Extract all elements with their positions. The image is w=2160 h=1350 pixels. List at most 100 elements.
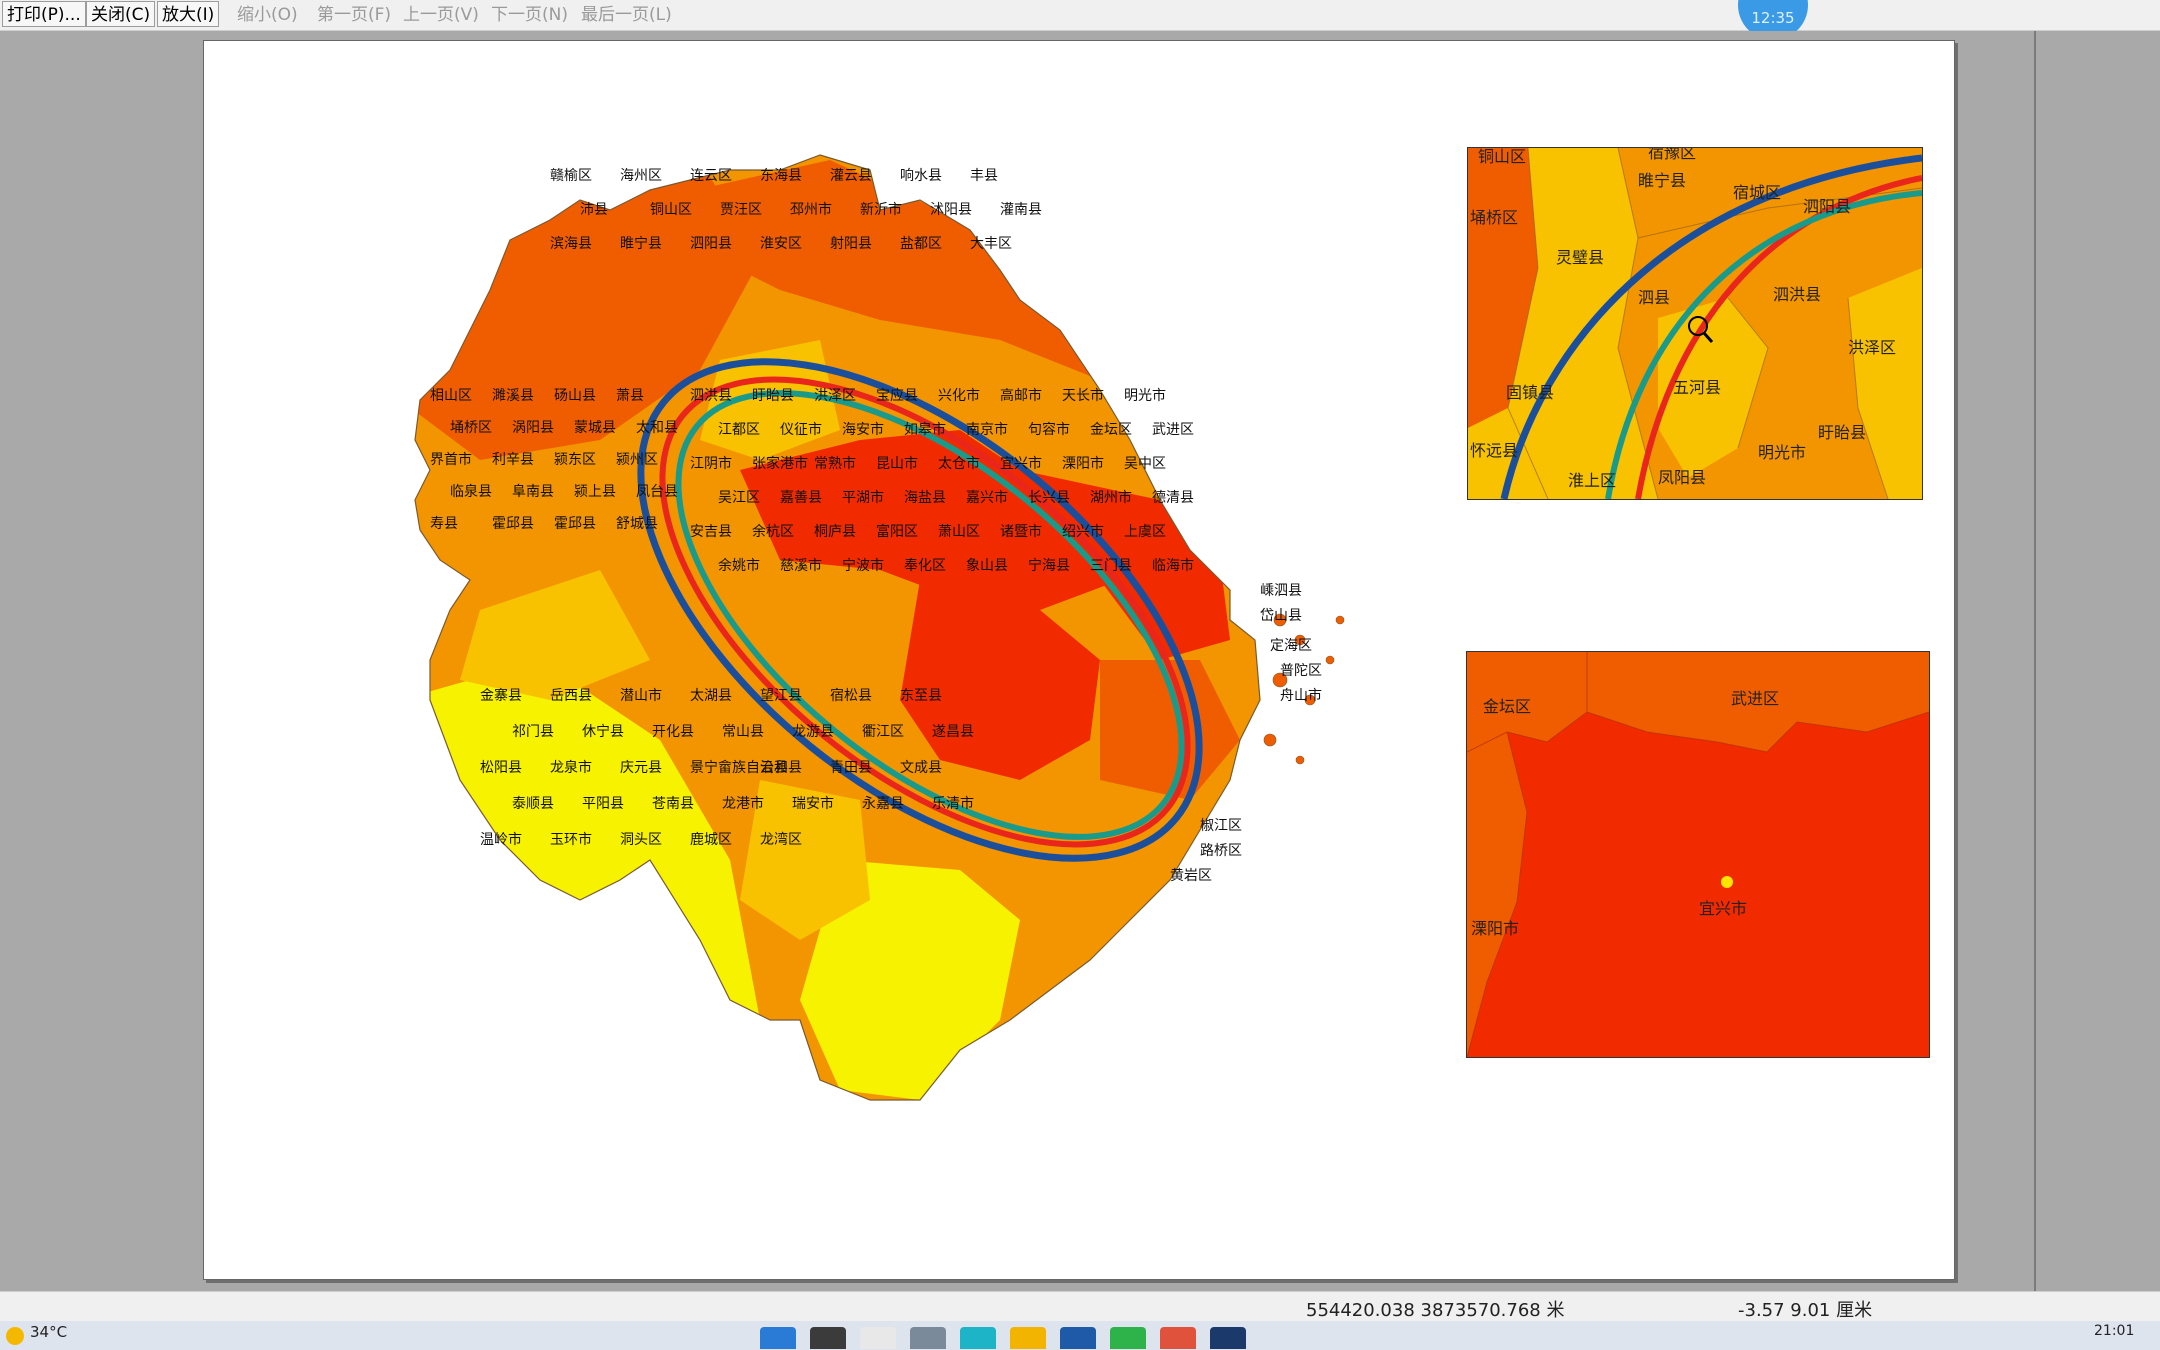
- map-label: 普陀区: [1280, 663, 1322, 679]
- widgets-icon[interactable]: [910, 1327, 946, 1349]
- map-label: 洪泽区: [1848, 338, 1896, 357]
- zoom-in-button[interactable]: 放大(I): [157, 1, 220, 27]
- map-label: 射阳县: [830, 236, 872, 252]
- store-icon[interactable]: [1060, 1327, 1096, 1349]
- weather-temperature[interactable]: 34°C: [30, 1323, 67, 1341]
- print-button[interactable]: 打印(P)...: [2, 1, 86, 27]
- weather-sun-icon[interactable]: [6, 1327, 24, 1345]
- map-label: 寿县: [430, 515, 458, 532]
- file-explorer-icon[interactable]: [1010, 1327, 1046, 1349]
- prev-page-button[interactable]: 上一页(V): [398, 1, 484, 27]
- status-bar: 554420.038 3873570.768 米 -3.57 9.01 厘米: [0, 1291, 2160, 1322]
- map-label: 盱眙县: [1818, 423, 1866, 442]
- map-label: 铜山区: [650, 202, 692, 218]
- inset-map-south: 金坛区 武进区 宜兴市 溧阳市: [1466, 651, 1930, 1058]
- map-label: 舟山市: [1280, 687, 1322, 704]
- map-label: 龙游县: [792, 724, 834, 740]
- inset-south-svg: 金坛区 武进区宜兴市溧阳市: [1467, 652, 1929, 1057]
- map-label: 颍州区: [616, 452, 658, 468]
- map-label: 盐都区: [900, 236, 942, 252]
- map-label: 云和县: [760, 760, 802, 776]
- map-label: 固镇县: [1506, 383, 1554, 402]
- map-label: 宿豫区: [1648, 148, 1696, 162]
- map-label: 天长市: [1062, 387, 1104, 404]
- main-choropleth-map: 赣榆区 海州区 连云区 东海县 灌云县 响水县 丰县沛县 铜山区 贾汪区 邳州市 新沂市 沭阳县 灌南县…: [414, 154, 1345, 1101]
- map-label: 洪泽区: [814, 388, 856, 404]
- map-label: 赣榆区: [550, 168, 592, 184]
- map-label: 淮安区: [760, 236, 802, 252]
- map-label: 桐庐县: [814, 524, 856, 540]
- start-icon[interactable]: [760, 1327, 796, 1349]
- map-label: 嵊泗县: [1260, 583, 1302, 599]
- map-label: 青田县: [830, 760, 872, 776]
- map-label: 上虞区: [1124, 524, 1166, 540]
- map-label: 庆元县: [620, 760, 662, 776]
- map-label: 怀远县: [1470, 441, 1518, 460]
- map-label: 江都区: [718, 422, 760, 438]
- map-label: 界首市: [430, 451, 472, 468]
- map-label: 泗洪县: [690, 388, 732, 404]
- map-label: 颍上县: [574, 484, 616, 500]
- edge-browser-icon[interactable]: [960, 1327, 996, 1349]
- map-label: 德清县: [1152, 490, 1194, 506]
- map-label: 盱眙县: [752, 388, 794, 404]
- map-label: 金寨县: [480, 687, 522, 704]
- map-label: 蒙城县: [574, 420, 616, 436]
- map-label: 宝应县: [876, 387, 918, 404]
- search-icon[interactable]: [810, 1327, 846, 1349]
- map-label: 余姚市: [718, 557, 760, 574]
- map-label: 椒江区: [1200, 818, 1242, 834]
- map-label: 沭阳县: [930, 202, 972, 218]
- map-label: 玉环市: [550, 831, 592, 848]
- map-label: 新沂市: [860, 201, 902, 218]
- map-label: 湖州市: [1090, 489, 1132, 506]
- map-label: 洞头区: [620, 832, 662, 848]
- map-label: 象山县: [966, 558, 1008, 574]
- gis-app-icon[interactable]: [1210, 1327, 1246, 1349]
- map-label: 安吉县: [690, 524, 732, 540]
- map-label: 金坛区: [1483, 697, 1531, 716]
- windows-taskbar: 34°C 21:01: [0, 1321, 2160, 1350]
- map-label: 平湖市: [842, 489, 884, 506]
- map-label: 临泉县: [450, 483, 492, 500]
- inset-north-svg: 铜山区 宿豫区睢宁县宿城区泗阳县埇桥区灵璧县泗县 泗洪县洪泽区固镇县 五河县盱眙县怀远…: [1468, 148, 1922, 499]
- map-label: 宜兴市: [1699, 899, 1747, 918]
- map-label: 余杭区: [752, 523, 794, 540]
- map-label: 贾汪区: [720, 202, 762, 218]
- system-clock[interactable]: 21:01: [2094, 1323, 2134, 1339]
- map-label: 绍兴市: [1062, 523, 1104, 540]
- map-label: 诸暨市: [1000, 523, 1042, 540]
- map-label: 海州区: [620, 168, 662, 184]
- map-label: 松阳县: [480, 760, 522, 776]
- map-label: 龙湾区: [760, 831, 802, 848]
- print-preview-toolbar: 打印(P)... 关闭(C) 放大(I) 缩小(O) 第一页(F) 上一页(V)…: [0, 0, 2160, 40]
- wechat-icon[interactable]: [1110, 1327, 1146, 1349]
- task-view-icon[interactable]: [860, 1327, 896, 1349]
- first-page-button[interactable]: 第一页(F): [312, 1, 396, 27]
- app-icon[interactable]: [1160, 1327, 1196, 1349]
- map-label: 定海区: [1270, 638, 1312, 654]
- map-label: 东海县: [760, 168, 802, 184]
- map-label: 黄岩区: [1170, 867, 1212, 884]
- map-label: 奉化区: [904, 558, 946, 574]
- map-label: 宿松县: [830, 687, 872, 704]
- map-label: 乐清市: [932, 795, 974, 812]
- next-page-button[interactable]: 下一页(N): [486, 1, 573, 27]
- map-label: 句容市: [1028, 421, 1070, 438]
- map-label: 南京市: [966, 421, 1008, 438]
- map-label: 休宁县: [582, 723, 624, 740]
- map-label: 龙泉市: [550, 759, 592, 776]
- last-page-button[interactable]: 最后一页(L): [576, 1, 677, 27]
- close-button[interactable]: 关闭(C): [86, 1, 156, 27]
- map-label: 江阴市: [690, 455, 732, 472]
- map-label: 邳州市: [790, 201, 832, 218]
- map-label: 灌云县: [830, 168, 872, 184]
- map-label: 太仓市: [938, 455, 980, 472]
- map-label: 龙港市: [722, 795, 764, 812]
- map-label: 海安市: [842, 421, 884, 438]
- map-label: 溧阳市: [1062, 455, 1104, 472]
- map-label: 海盐县: [904, 490, 946, 506]
- map-label: 岳西县: [550, 688, 592, 704]
- map-label: 宿城区: [1733, 183, 1781, 202]
- zoom-out-button[interactable]: 缩小(O): [232, 1, 303, 27]
